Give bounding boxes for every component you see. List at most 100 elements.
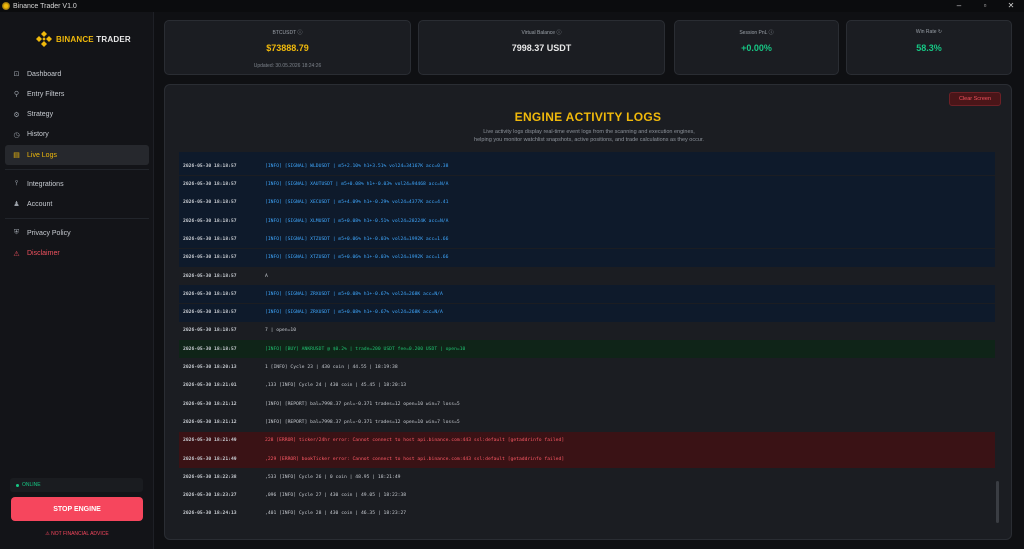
log-row: 2026-05-30 18:21:01 ,133 [INFO] Cycle 24 … [179, 377, 995, 395]
log-timestamp: 2026-05-30 18:24:13 [183, 511, 237, 517]
sidebar-item-history[interactable]: ◷ History [5, 125, 149, 145]
log-row: 2026-05-30 18:22:38 ,533 [INFO] Cycle 26 … [179, 468, 995, 486]
info-icon: ⓘ [297, 30, 303, 36]
sidebar-item-integrations[interactable]: ⫯ Integrations [5, 174, 149, 194]
window-controls: – ▫ ✕ [946, 0, 1024, 12]
log-message: [INFO] [REPORT] bal=7998.37 pnl=-0.371 t… [265, 401, 460, 407]
log-row: 2026-05-30 18:18:57 [INFO] [SIGNAL] XTZUS… [179, 230, 995, 249]
sidebar-item-disclaimer[interactable]: ⚠ Disclaimer [5, 244, 149, 264]
log-row: 2026-05-30 18:23:27 ,096 [INFO] Cycle 27 … [179, 487, 995, 505]
log-timestamp: 2026-05-30 18:23:27 [183, 493, 237, 499]
log-timestamp: 2026-05-30 18:21:49 [183, 438, 237, 444]
log-message: [INFO] [BUY] ANKRUSDT @ $0.2% | trade=20… [265, 346, 466, 352]
log-timestamp: 2026-05-30 18:20:13 [183, 365, 237, 371]
log-timestamp: 2026-05-30 18:18:57 [183, 328, 237, 334]
log-timestamp: 2026-05-30 18:18:57 [183, 236, 237, 242]
btc-price-card: BTCUSDT ⓘ $73888.79 Updated: 30.05.2026 … [164, 20, 411, 75]
log-message: ,133 [INFO] Cycle 24 | 430 coin | 45.45 … [265, 383, 407, 389]
plug-icon: ⫯ [14, 180, 19, 188]
sidebar-item-dashboard[interactable]: ⊡ Dashboard [5, 64, 149, 84]
shield-icon: ⛨ [13, 229, 20, 237]
log-row: 2026-05-30 18:18:57 [INFO] [SIGNAL] XAUTU… [179, 175, 995, 194]
log-timestamp: 2026-05-30 18:18:57 [183, 346, 237, 352]
stop-engine-button[interactable]: STOP ENGINE [11, 497, 143, 521]
log-timestamp: 2026-05-30 18:18:57 [183, 182, 237, 188]
log-timestamp: 2026-05-30 18:21:12 [183, 401, 237, 407]
win-rate-card: Win Rate ↻ 58.3% [846, 20, 1012, 75]
log-message: ,401 [INFO] Cycle 28 | 430 coin | 46.35 … [265, 511, 407, 517]
log-message: A [265, 273, 268, 279]
pnl-label: Session PnL ⓘ [739, 30, 774, 36]
log-timestamp: 2026-05-30 18:21:01 [183, 383, 237, 389]
log-message: [INFO] [SIGNAL] ZRXUSDT | m5+0.08% h1+-0… [265, 291, 443, 297]
log-timestamp: 2026-05-30 18:21:12 [183, 419, 237, 425]
close-icon[interactable]: ✕ [998, 0, 1024, 12]
log-message: [INFO] [SIGNAL] XLMUSDT | m5+0.08% h1+-0… [265, 218, 449, 224]
log-timestamp: 2026-05-30 18:18:57 [183, 255, 237, 261]
panel-description: Live activity logs display real-time eve… [474, 129, 704, 143]
dashboard-icon: ⊡ [13, 71, 20, 78]
log-message: [INFO] [SIGNAL] XTZUSDT | m5+0.06% h1+-0… [265, 255, 449, 261]
log-message: [INFO] [SIGNAL] XECUSDT | m5+4.09% h1+-0… [265, 200, 449, 206]
log-message: [INFO] [SIGNAL] WLDUSDT | m5+2.10% h1+3.… [265, 163, 449, 169]
log-row: 2026-05-30 18:18:57 [INFO] [SIGNAL] XECUS… [179, 193, 995, 212]
log-message: 228 [ERROR] ticker/24hr error: Cannot co… [265, 438, 565, 444]
log-message: [INFO] [SIGNAL] XTZUSDT | m5+0.06% h1+-0… [265, 236, 449, 242]
log-row: 2026-05-30 18:18:57 A [179, 267, 995, 285]
log-row: 2026-05-30 18:18:57 [INFO] [BUY] ANKRUSDT… [179, 340, 995, 359]
maximize-icon[interactable]: ▫ [972, 0, 998, 12]
log-message: 7 | open=10 [265, 328, 297, 334]
log-timestamp: 2026-05-30 18:18:57 [183, 218, 237, 224]
info-icon: ⓘ [556, 30, 562, 36]
log-row: 2026-05-30 18:18:57 7 | open=10 [179, 322, 995, 340]
log-row: 2026-05-30 18:18:57 [INFO] [SIGNAL] ZRXUS… [179, 285, 995, 304]
sidebar: BINANCE TRADER ⊡ Dashboard ⚲ Entry Filters… [0, 12, 154, 549]
sidebar-item-entry-filters[interactable]: ⚲ Entry Filters [5, 84, 149, 104]
brand-logo: BINANCE TRADER [34, 29, 131, 49]
sidebar-item-strategy[interactable]: ⚙ Strategy [5, 105, 149, 125]
log-row: 2026-05-30 18:18:57 [INFO] [SIGNAL] XLMUS… [179, 212, 995, 231]
winrate-value: 58.3% [916, 43, 942, 53]
divider [5, 169, 149, 171]
log-list[interactable]: 2026-05-30 18:18:57 [INFO] [SIGNAL] WLDUS… [179, 152, 995, 536]
log-row: 2026-05-30 18:21:49 ,229 [ERROR] bookTick… [179, 450, 995, 469]
log-timestamp: 2026-05-30 18:18:57 [183, 163, 237, 169]
log-message: [INFO] [SIGNAL] ZRXUSDT | m5+0.08% h1+-0… [265, 310, 443, 316]
btc-updated: Updated: 30.05.2026 18:24:26 [253, 63, 322, 69]
online-status: ONLINE [10, 478, 143, 492]
log-timestamp: 2026-05-30 18:18:57 [183, 273, 237, 279]
pnl-value: +0.00% [741, 43, 772, 53]
log-message: ,096 [INFO] Cycle 27 | 430 coin | 49.05 … [265, 493, 407, 499]
filter-icon: ⚲ [13, 91, 20, 99]
log-row: 2026-05-30 18:21:12 [INFO] [REPORT] bal=7… [179, 413, 995, 431]
log-row: 2026-05-30 18:20:13 1 [INFO] Cycle 23 | 4… [179, 359, 995, 377]
warning-icon: ⚠ [13, 250, 20, 258]
btc-label: BTCUSDT ⓘ [272, 30, 303, 36]
binance-logo-icon [34, 29, 54, 49]
panel-title: ENGINE ACTIVITY LOGS [514, 110, 662, 124]
sidebar-nav: ⊡ Dashboard ⚲ Entry Filters ⚙ Strategy ◷ His… [5, 64, 149, 264]
log-row: 2026-05-30 18:21:49 228 [ERROR] ticker/24… [179, 431, 995, 450]
not-financial-advice-note: ⚠ NOT FINANCIAL ADVICE [45, 531, 109, 537]
log-row: 2026-05-30 18:18:57 [INFO] [SIGNAL] XTZUS… [179, 248, 995, 267]
window-title: Binance Trader V1.0 [13, 2, 77, 10]
balance-value: 7998.37 USDT [511, 43, 572, 53]
logs-panel: Clear Screen ENGINE ACTIVITY LOGS Live a… [164, 84, 1012, 540]
sidebar-item-account[interactable]: ♟ Account [5, 194, 149, 214]
log-row: 2026-05-30 18:24:13 ,401 [INFO] Cycle 28 … [179, 505, 995, 523]
sidebar-item-live-logs[interactable]: ▤ Live Logs [5, 145, 149, 166]
clear-screen-button[interactable]: Clear Screen [949, 92, 1001, 106]
sidebar-item-privacy-policy[interactable]: ⛨ Privacy Policy [5, 223, 149, 243]
minimize-icon[interactable]: – [946, 0, 972, 12]
refresh-icon: ↻ [937, 29, 943, 35]
log-message: [INFO] [REPORT] bal=7998.37 pnl=-0.371 t… [265, 419, 460, 425]
logs-icon: ▤ [13, 152, 20, 160]
virtual-balance-card: Virtual Balance ⓘ 7998.37 USDT [418, 20, 665, 75]
log-row: 2026-05-30 18:18:57 [INFO] [SIGNAL] WLDUS… [179, 157, 995, 176]
status-dot-icon [16, 483, 19, 487]
btc-price: $73888.79 [266, 43, 309, 53]
scrollbar[interactable] [996, 481, 999, 523]
log-message: ,533 [INFO] Cycle 26 | 0 coin | 48.95 | … [265, 474, 401, 480]
log-message: [INFO] [SIGNAL] XAUTUSDT | m5+0.08% h1+-… [265, 182, 449, 188]
app-icon [2, 2, 10, 10]
